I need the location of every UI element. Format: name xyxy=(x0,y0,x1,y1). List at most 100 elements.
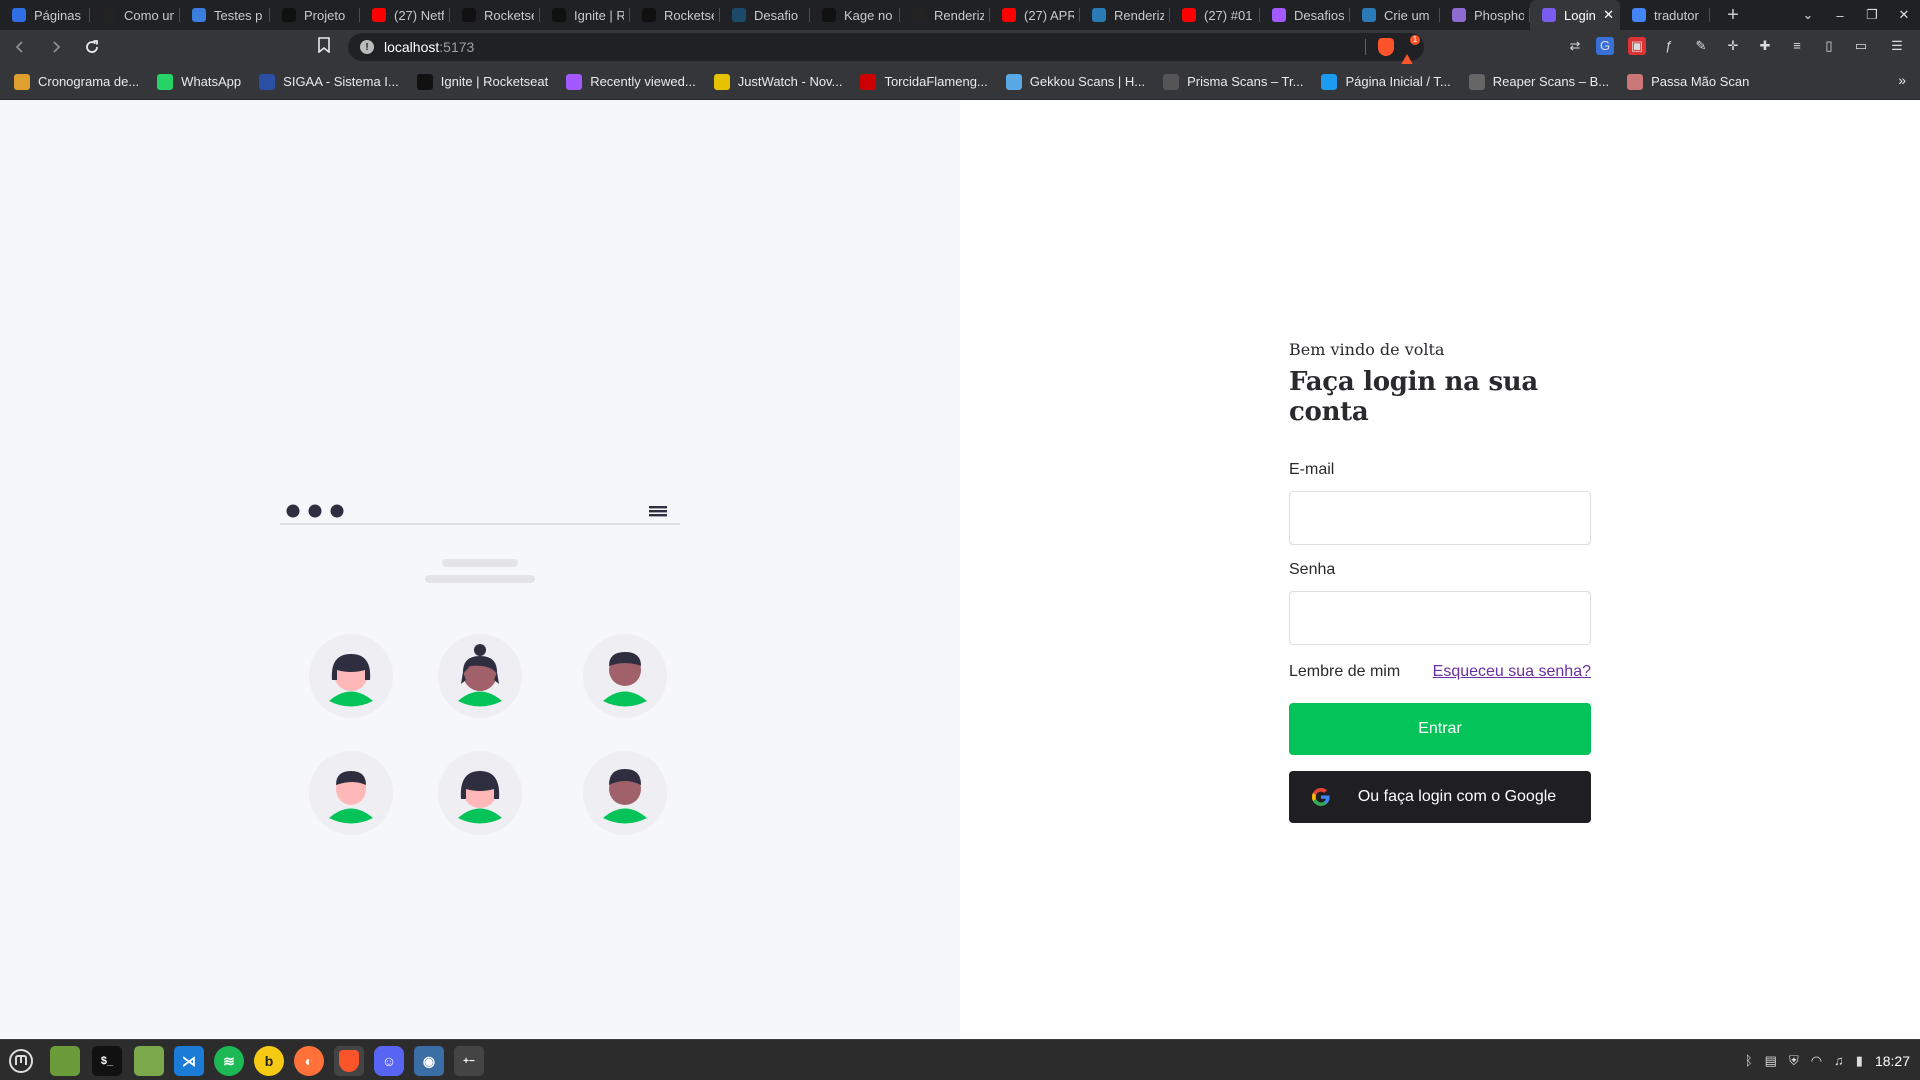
tab-title: tradutor xyxy=(1654,7,1699,23)
bookmark-list: Cronograma de... WhatsApp SIGAA - Sistema … xyxy=(14,73,1767,90)
bookmark-item[interactable]: Gekkou Scans | H... xyxy=(1005,73,1145,90)
bookmark-favicon-icon xyxy=(566,73,583,90)
tab[interactable]: Projeto xyxy=(270,0,360,30)
tab-search-icon[interactable]: ⌄ xyxy=(1792,7,1824,23)
login-button[interactable]: Entrar xyxy=(1289,703,1591,755)
tab[interactable]: Páginas xyxy=(0,0,90,30)
battery-icon[interactable]: ▮ xyxy=(1856,1053,1863,1069)
brave-shields-icon[interactable] xyxy=(1378,38,1394,56)
sidebar-icon[interactable]: ▯ xyxy=(1820,37,1838,55)
forward-button[interactable] xyxy=(40,33,72,61)
google-login-button[interactable]: Ou faça login com o Google xyxy=(1289,771,1591,823)
bookmark-favicon-icon xyxy=(860,73,877,90)
ruler-extension-icon[interactable]: ✛ xyxy=(1724,37,1742,55)
bookmark-item[interactable]: TorcidaFlameng... xyxy=(860,73,988,90)
forgot-password-link[interactable]: Esqueceu sua senha? xyxy=(1433,663,1591,681)
translate-extension-icon[interactable]: ⇄ xyxy=(1566,37,1584,55)
tab[interactable]: tradutor xyxy=(1620,0,1710,30)
vscode-icon[interactable]: ⋊ xyxy=(174,1046,204,1076)
tab[interactable]: Desafios xyxy=(1260,0,1350,30)
illustration-window-bar xyxy=(280,504,680,525)
music-icon[interactable]: ♫ xyxy=(1834,1053,1844,1068)
page-viewport: Bem vindo de volta Faça login na sua con… xyxy=(0,100,1920,1039)
new-tab-button[interactable]: + xyxy=(1716,4,1750,27)
back-button[interactable] xyxy=(4,33,36,61)
bookmark-item[interactable]: Prisma Scans – Tr... xyxy=(1163,73,1303,90)
bluetooth-icon[interactable]: ᛒ xyxy=(1745,1053,1753,1068)
google-button-label: Ou faça login com o Google xyxy=(1357,788,1557,805)
tab-title: Kage no xyxy=(844,7,893,23)
google-translate-icon[interactable]: G xyxy=(1596,37,1614,55)
site-info-icon[interactable]: ! xyxy=(360,40,374,54)
tab[interactable]: Rocketse xyxy=(630,0,720,30)
tab[interactable]: Crie um xyxy=(1350,0,1440,30)
restore-icon[interactable]: ❐ xyxy=(1856,7,1888,23)
bookmark-item[interactable]: WhatsApp xyxy=(157,73,242,90)
extension-red-icon[interactable]: ▣ xyxy=(1628,37,1646,55)
tab[interactable]: Como um xyxy=(90,0,180,30)
avatar xyxy=(309,634,393,718)
wallet-icon[interactable]: ▭ xyxy=(1852,37,1870,55)
tab[interactable]: Renderiz xyxy=(900,0,990,30)
extensions-puzzle-icon[interactable]: ✚ xyxy=(1756,37,1774,55)
tab-favicon-icon xyxy=(282,8,296,22)
bookmarks-overflow-button[interactable]: » xyxy=(1898,72,1906,88)
tab[interactable]: (27) APR xyxy=(990,0,1080,30)
wifi-icon[interactable]: ◠ xyxy=(1811,1053,1822,1069)
discord-icon[interactable]: ☺ xyxy=(374,1046,404,1076)
tab-title: Desafios xyxy=(1294,7,1344,23)
main-menu-icon[interactable]: ☰ xyxy=(1888,37,1906,55)
spotify-icon[interactable]: ≋ xyxy=(214,1046,244,1076)
firefox-icon[interactable]: ◐ xyxy=(294,1046,324,1076)
email-field[interactable] xyxy=(1289,491,1591,545)
tab[interactable]: Rocketse xyxy=(450,0,540,30)
terminal-icon[interactable]: $_ xyxy=(92,1046,122,1076)
tab-active[interactable]: Login ✕ xyxy=(1530,0,1620,30)
bookmark-page-icon[interactable] xyxy=(318,37,330,56)
reload-button[interactable] xyxy=(76,33,108,61)
brave-taskbar-icon[interactable] xyxy=(334,1046,364,1076)
tab-favicon-icon xyxy=(1182,8,1196,22)
close-tab-icon[interactable]: ✕ xyxy=(1603,7,1614,23)
brave-rewards-icon[interactable]: 1 xyxy=(1398,35,1420,70)
files-icon[interactable] xyxy=(134,1046,164,1076)
bookmark-label: Passa Mão Scan xyxy=(1651,74,1750,89)
remember-me-toggle[interactable]: Lembre de mim xyxy=(1289,663,1400,681)
address-bar[interactable]: ! localhost:5173 1 xyxy=(348,33,1424,70)
shield-icon[interactable]: ⛨ xyxy=(1789,1053,1799,1069)
tab[interactable]: Desafio xyxy=(720,0,810,30)
minimize-icon[interactable]: – xyxy=(1824,8,1856,23)
tab[interactable]: (27) #01 xyxy=(1170,0,1260,30)
bookmark-item[interactable]: Ignite | Rocketseat xyxy=(416,73,548,90)
beekeeper-icon[interactable]: b xyxy=(254,1046,284,1076)
tab[interactable]: Renderiz xyxy=(1080,0,1170,30)
screenshot-icon[interactable]: ◉ xyxy=(414,1046,444,1076)
clipboard-icon[interactable]: ▤ xyxy=(1765,1053,1777,1069)
calculator-icon[interactable]: +− xyxy=(454,1046,484,1076)
start-menu-icon[interactable] xyxy=(6,1046,36,1076)
bookmark-item[interactable]: Cronograma de... xyxy=(14,73,139,90)
color-picker-icon[interactable]: ✎ xyxy=(1692,37,1710,55)
clock[interactable]: 18:27 xyxy=(1875,1053,1910,1069)
bookmark-item[interactable]: Reaper Scans – B... xyxy=(1468,73,1609,90)
tab[interactable]: Testes p xyxy=(180,0,270,30)
bookmark-item[interactable]: JustWatch - Nov... xyxy=(713,73,842,90)
bookmark-item[interactable]: Recently viewed... xyxy=(566,73,696,90)
reading-list-icon[interactable]: ≡ xyxy=(1788,37,1806,55)
bookmark-item[interactable]: Página Inicial / T... xyxy=(1321,73,1451,90)
bookmark-favicon-icon xyxy=(157,73,174,90)
bookmark-item[interactable]: SIGAA - Sistema I... xyxy=(259,73,399,90)
bookmark-favicon-icon xyxy=(1468,73,1485,90)
formula-extension-icon[interactable]: ƒ xyxy=(1660,37,1678,55)
close-window-icon[interactable]: ✕ xyxy=(1888,7,1920,23)
bookmark-item[interactable]: Passa Mão Scan xyxy=(1627,73,1750,90)
tab[interactable]: Phospho xyxy=(1440,0,1530,30)
tab[interactable]: Kage no xyxy=(810,0,900,30)
bookmark-label: WhatsApp xyxy=(181,74,242,89)
tab[interactable]: (27) Netf xyxy=(360,0,450,30)
tab[interactable]: Ignite | R xyxy=(540,0,630,30)
url-host: localhost xyxy=(384,39,440,55)
omnibox-divider xyxy=(1365,39,1366,55)
show-desktop-icon[interactable] xyxy=(50,1046,80,1076)
password-field[interactable] xyxy=(1289,591,1591,645)
